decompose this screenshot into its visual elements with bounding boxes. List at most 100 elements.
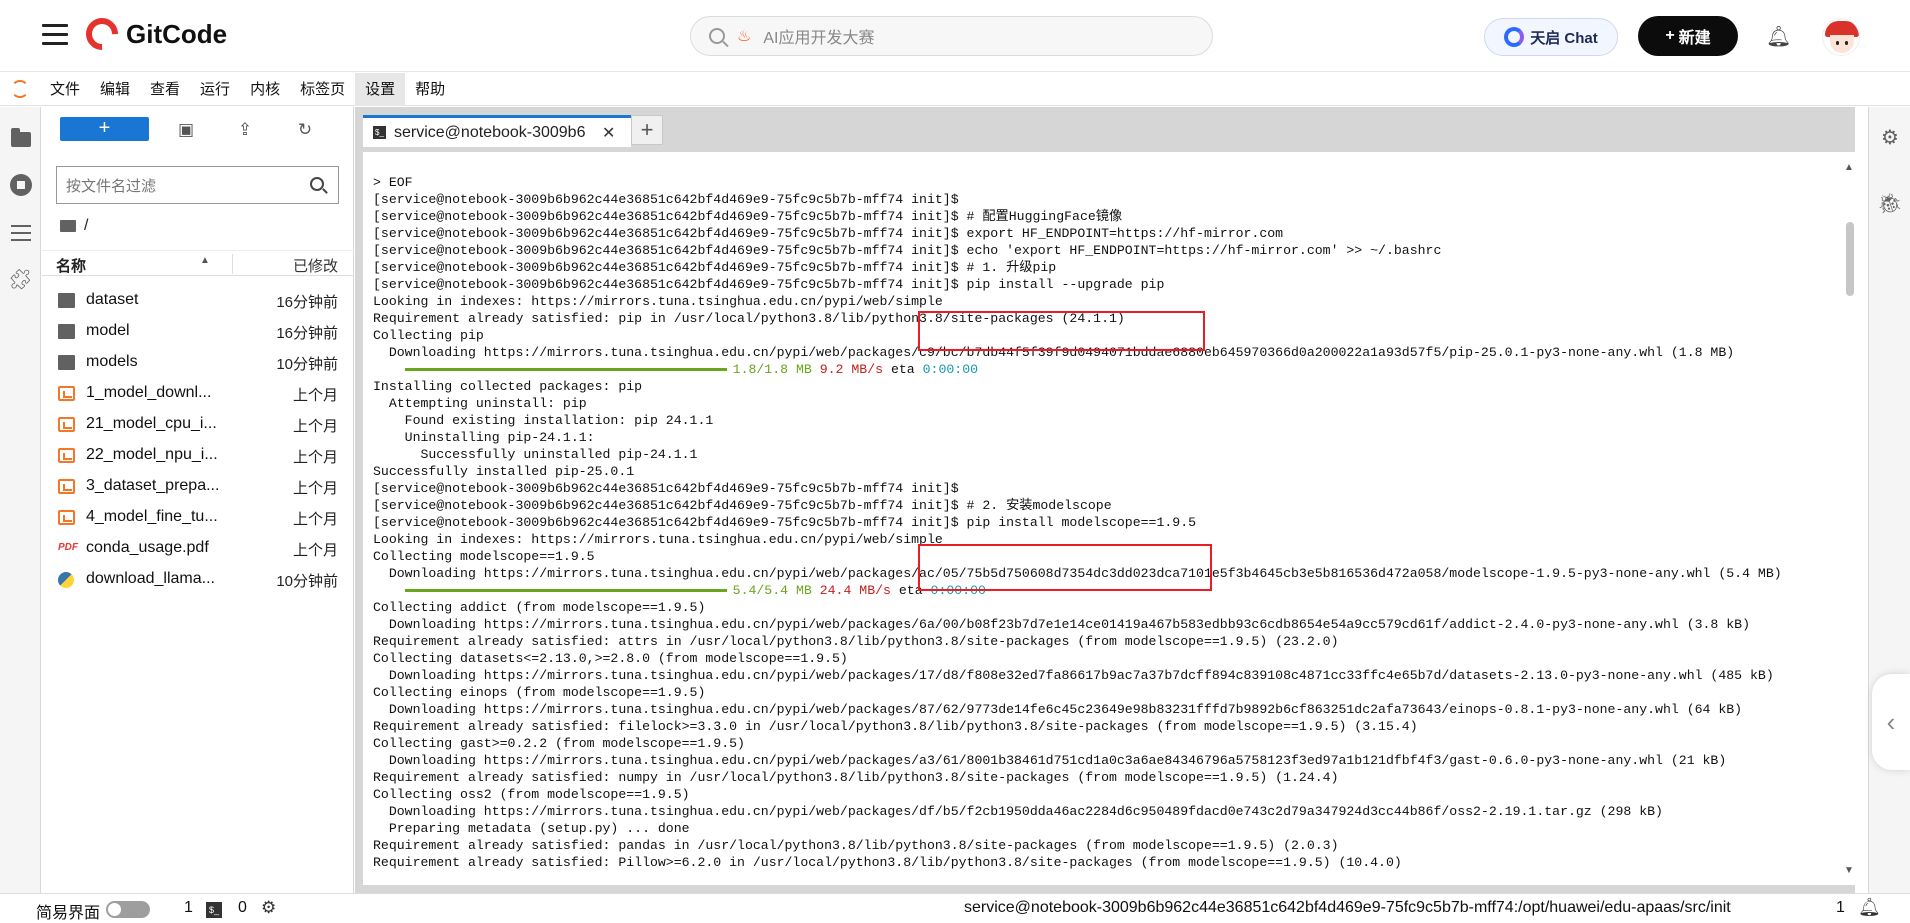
status-bar: 简易界面 1 $_ 0 ⚙︎ service@notebook-3009b6b9… [0,893,1910,923]
terminal-line: Requirement already satisfied: pandas in… [373,838,1339,853]
simple-mode-label: 简易界面 [36,905,101,922]
file-row[interactable]: dataset 16分钟前 [42,285,354,316]
highlight-box-upgrade-pip [918,311,1205,351]
scroll-thumb[interactable] [1846,222,1854,296]
menu-settings[interactable]: 设置 [355,72,406,106]
property-inspector-gears-icon[interactable]: ⚙︎ [1869,125,1910,150]
site-search-input[interactable]: ♨ AI应用开发大赛 [690,16,1213,56]
running-sessions-stop-icon[interactable] [0,165,41,205]
terminal-line: Requirement already satisfied: Pillow>=6… [373,855,1402,870]
notebook-icon [58,448,75,463]
file-modified: 上个月 [292,480,338,497]
add-tab-button[interactable]: + [631,115,663,145]
terminal-line: Downloading https://mirrors.tuna.tsinghu… [373,804,1663,819]
file-row[interactable]: 22_model_npu_i... 上个月 [42,440,354,471]
tab-bar: $_ service@notebook-3009b6 ✕ + [355,107,1855,147]
terminal-line: Successfully uninstalled pip-24.1.1 [373,447,698,462]
debugger-bug-icon[interactable]: 🐞︎ [1869,191,1910,216]
simple-mode-toggle[interactable] [106,901,150,918]
terminal-line: Successfully installed pip-25.0.1 [373,464,635,479]
menu-run[interactable]: 运行 [190,73,240,106]
terminal-line: [service@notebook-3009b6b962c44e36851c64… [373,209,1123,224]
file-name: 22_model_npu_i... [86,446,218,463]
file-name: 4_model_fine_tu... [86,508,218,525]
notebook-icon [58,417,75,432]
progress-eta-label: eta [890,362,915,377]
breadcrumb[interactable]: / [60,217,88,235]
scroll-up-icon[interactable]: ▲ [1844,162,1854,173]
brand-name: GitCode [126,18,228,49]
download-progress-line: 1.8/1.8 MB 9.2 MB/s eta 0:00:00 [373,361,1782,378]
table-of-contents-list-icon[interactable] [0,213,41,253]
file-row[interactable]: 3_dataset_prepa... 上个月 [42,471,354,502]
terminal-line: Attempting uninstall: pip [373,396,587,411]
menu-help[interactable]: 帮助 [405,73,455,106]
new-launcher-button[interactable]: + [60,117,149,141]
terminal-line: Downloading https://mirrors.tuna.tsinghu… [373,753,1727,768]
file-row[interactable]: download_llama... 10分钟前 [42,564,354,595]
jupyter-logo-icon [0,73,40,106]
terminal-scrollbar[interactable]: ▲ ▼ [1843,162,1857,877]
progress-speed: 24.4 MB/s [819,583,891,598]
file-name: 21_model_cpu_i... [86,415,217,432]
terminal-output[interactable]: > EOF [service@notebook-3009b6b962c44e368… [363,152,1857,885]
menu-edit[interactable]: 编辑 [90,73,140,106]
pdf-icon: PDF [58,542,78,553]
extensions-puzzle-icon[interactable]: 🧩︎ [0,259,41,299]
refresh-icon[interactable]: ↻ [294,119,316,141]
notification-count[interactable]: 1 [1836,899,1845,917]
terminal-path: service@notebook-3009b6b962c44e36851c642… [964,899,1731,916]
file-name: models [86,353,138,370]
file-name: 3_dataset_prepa... [86,477,220,494]
user-avatar[interactable] [1822,18,1860,56]
file-modified: 10分钟前 [276,356,338,373]
terminal-icon: $_ [373,126,386,139]
collapse-panel-chevron-icon[interactable]: ‹ [1872,674,1910,770]
file-modified: 上个月 [292,511,338,528]
file-browser-folder-icon[interactable] [0,119,41,159]
file-modified: 16分钟前 [276,294,338,311]
notification-bell-icon[interactable]: 🔔︎ [1858,897,1881,918]
kernel-count[interactable]: 1 [184,899,193,917]
file-browser-panel: + ▣ ⇪ ↻ 按文件名过滤 / 名称 ▲ 已修改 dataset 16分钟前 mo… [42,107,354,893]
tianqi-chat-button[interactable]: 天启 Chat [1484,18,1618,56]
terminal-line: [service@notebook-3009b6b962c44e36851c64… [373,498,1112,513]
gitcode-logo[interactable]: GitCode [79,11,228,57]
new-button[interactable]: + 新建 [1638,16,1738,56]
new-folder-icon[interactable]: ▣ [175,119,197,141]
sort-ascending-icon: ▲ [200,255,210,266]
hamburger-menu-icon[interactable] [42,24,68,46]
terminal-line: Downloading https://mirrors.tuna.tsinghu… [373,702,1743,717]
terminal-tab[interactable]: $_ service@notebook-3009b6 ✕ [363,115,631,147]
upload-icon[interactable]: ⇪ [234,119,256,141]
file-row[interactable]: model 16分钟前 [42,316,354,347]
file-row[interactable]: PDF conda_usage.pdf 上个月 [42,533,354,564]
column-name-header[interactable]: 名称 [56,255,86,276]
column-modified-header[interactable]: 已修改 [293,255,338,276]
tab-title: service@notebook-3009b6 [394,123,586,141]
file-row[interactable]: 21_model_cpu_i... 上个月 [42,409,354,440]
kernel-status-gear-icon[interactable]: ⚙︎ [261,898,276,918]
gitcode-logo-icon [79,11,125,57]
menu-kernel[interactable]: 内核 [240,73,290,106]
left-sidebar: 🧩︎ [0,107,41,893]
new-button-label: 新建 [1678,30,1711,47]
plus-icon: + [1665,27,1675,44]
menu-tabs[interactable]: 标签页 [290,73,355,106]
close-tab-icon[interactable]: ✕ [602,123,615,143]
terminal-count[interactable]: 0 [238,899,247,917]
scroll-down-icon[interactable]: ▼ [1844,865,1854,876]
notification-bell-icon[interactable]: 🔔︎ [1766,24,1791,49]
menu-file[interactable]: 文件 [40,73,90,106]
file-row[interactable]: 4_model_fine_tu... 上个月 [42,502,354,533]
highlight-box-install-modelscope [918,544,1212,591]
terminal-line: [service@notebook-3009b6b962c44e36851c64… [373,515,1197,530]
terminal-line: > EOF [373,175,413,190]
terminal-line: Requirement already satisfied: attrs in … [373,634,1339,649]
file-row[interactable]: 1_model_downl... 上个月 [42,378,354,409]
file-row[interactable]: models 10分钟前 [42,347,354,378]
terminal-line: [service@notebook-3009b6b962c44e36851c64… [373,192,959,207]
filter-placeholder: 按文件名过滤 [66,177,157,195]
menu-view[interactable]: 查看 [140,73,190,106]
file-filter-input[interactable]: 按文件名过滤 [56,166,339,204]
